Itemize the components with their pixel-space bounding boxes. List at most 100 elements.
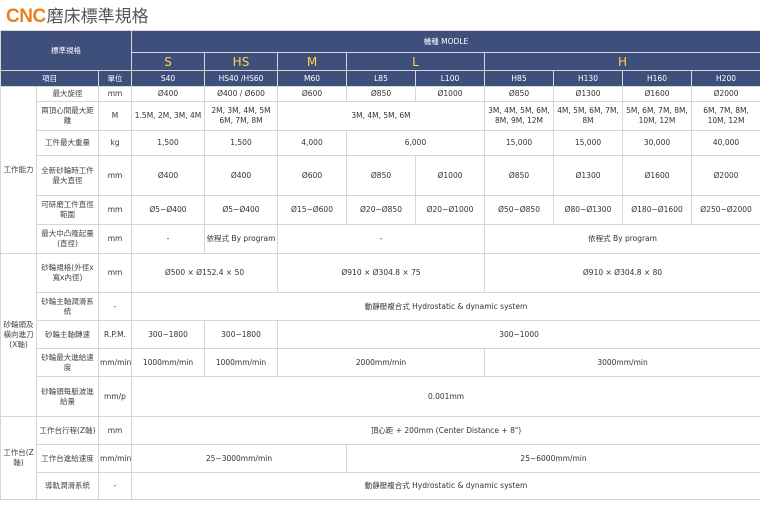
row-label: 砂輪主軸轉速 (36, 320, 99, 349)
cell: Ø850 (484, 155, 554, 196)
table-row: 最大中凸隆起量(直徑) mm - 依程式 By program - 依程式 By… (1, 224, 760, 254)
model-label: L85 (346, 70, 416, 87)
table-row: 砂輪主軸轉速 R.P.M. 300~1800 300~1800 300~1000 (1, 320, 760, 349)
header-model-group: 機種 MODLE (130, 30, 760, 53)
table-row: 工件最大重量 kg 1,500 1,500 4,000 6,000 15,000… (1, 130, 760, 156)
cell: 動靜壓複合式 Hydrostatic & dynamic system (130, 472, 760, 500)
row-label: 砂輪規格(外徑x寬x內徑) (36, 253, 99, 293)
table-row: 砂輪主軸潤滑系統 - 動靜壓複合式 Hydrostatic & dynamic … (1, 292, 760, 321)
cell: Ø1000 (415, 155, 485, 196)
series-label: H (483, 52, 760, 71)
cell: 2M, 3M, 4M, 5M 6M, 7M, 8M (204, 101, 278, 131)
cell: 1000mm/min (131, 348, 205, 377)
cell: 0.001mm (130, 376, 760, 417)
row-label: 工件最大重量 (36, 130, 99, 156)
cell: Ø1600 (622, 86, 692, 102)
series-label: S (131, 52, 205, 71)
row-unit: mm/min (98, 348, 132, 377)
cell: Ø400 (131, 86, 205, 102)
header-spec: 標準規格 (0, 30, 132, 71)
cell: 40,000 (690, 130, 760, 156)
row-label: 工作台行程(Z軸) (36, 416, 99, 445)
row-unit: mm (98, 155, 132, 196)
table-row: 全新砂輪時工件最大直徑 mm Ø400 Ø400 Ø600 Ø850 Ø1000… (1, 155, 760, 196)
table-row: 砂輪最大進給速度 mm/min 1000mm/min 1000mm/min 20… (1, 348, 760, 377)
cell: Ø250~Ø2000 (690, 195, 760, 225)
cell: Ø910 × Ø304.8 × 75 (277, 253, 485, 293)
row-unit: R.P.M. (98, 320, 132, 349)
cell: 4M, 5M, 6M, 7M, 8M (553, 101, 623, 131)
cell: Ø50~Ø850 (484, 195, 554, 225)
cell: 4,000 (277, 130, 347, 156)
cell: Ø180~Ø1600 (622, 195, 692, 225)
series-label: HS (204, 52, 278, 71)
table-row: 砂輪頭及橫向進刀(X軸) 砂輪規格(外徑x寬x內徑) mm Ø500 × Ø15… (0, 253, 760, 417)
cell: Ø910 × Ø304.8 × 80 (483, 253, 760, 293)
row-unit: mm/min (98, 444, 132, 473)
cell: Ø600 (277, 155, 347, 196)
table-row: 工作台進給速度 mm/min 25~3000mm/min 25~6000mm/m… (1, 444, 760, 473)
cell: Ø850 (484, 86, 554, 102)
series-label: L (346, 52, 485, 71)
header-item: 項目 (0, 70, 99, 87)
cell: 25~6000mm/min (345, 444, 760, 473)
page-title: CNC 磨床標準規格 (6, 2, 149, 28)
cell: Ø500 × Ø152.4 × 50 (131, 253, 278, 293)
cell: 6M, 7M, 8M, 10M, 12M (690, 101, 760, 131)
cell: 1,500 (131, 130, 205, 156)
cell: Ø20~Ø1000 (415, 195, 485, 225)
cell: Ø20~Ø850 (346, 195, 416, 225)
row-label: 砂輪頭每脈波進給量 (36, 376, 99, 417)
cell: 依程式 By program (204, 224, 278, 254)
cell: 3000mm/min (483, 348, 760, 377)
cell: - (277, 224, 485, 254)
row-unit: - (98, 472, 132, 500)
cell: 6,000 (346, 130, 485, 156)
model-label: L100 (415, 70, 485, 87)
cell: Ø850 (346, 86, 416, 102)
model-label: S40 (131, 70, 205, 87)
cell: Ø400 (131, 155, 205, 196)
cell: Ø850 (346, 155, 416, 196)
cell: Ø5~Ø400 (204, 195, 278, 225)
cell: 1.5M, 2M, 3M, 4M (131, 101, 205, 131)
cell: Ø1300 (553, 86, 623, 102)
group-label-wheel: 砂輪頭及橫向進刀(X軸) (0, 253, 37, 417)
row-unit: mm (98, 224, 132, 254)
group-label-table: 工作台(Z軸) (0, 416, 37, 500)
cell: 動靜壓複合式 Hydrostatic & dynamic system (130, 292, 760, 321)
spec-table: 標準規格 機種 MODLE S HS M L H 項目 單位 S40 HS40 … (0, 30, 760, 500)
cell: Ø400 (204, 155, 278, 196)
model-label: H160 (622, 70, 692, 87)
table-row: 兩頂心間最大距離 M 1.5M, 2M, 3M, 4M 2M, 3M, 4M, … (1, 101, 760, 131)
cell: 25~3000mm/min (131, 444, 347, 473)
row-label: 導軌潤滑系統 (36, 472, 99, 500)
table-row: 砂輪頭每脈波進給量 mm/p 0.001mm (1, 376, 760, 417)
cell: 300~1800 (131, 320, 205, 349)
row-unit: M (98, 101, 132, 131)
cell: Ø80~Ø1300 (553, 195, 623, 225)
row-unit: mm (98, 195, 132, 225)
row-unit: mm (98, 253, 132, 293)
table-row: 工作台(Z軸) 工作台行程(Z軸) mm 頂心距 + 200mm (Center… (0, 416, 760, 500)
cell: 頂心距 + 200mm (Center Distance + 8") (130, 416, 760, 445)
cell: Ø2000 (690, 86, 760, 102)
cell: Ø2000 (690, 155, 760, 196)
row-unit: mm/p (98, 376, 132, 417)
cell: 1000mm/min (204, 348, 278, 377)
table-row: 導軌潤滑系統 - 動靜壓複合式 Hydrostatic & dynamic sy… (1, 472, 760, 500)
row-label: 工作台進給速度 (36, 444, 99, 473)
cell: 3M, 4M, 5M, 6M (277, 101, 485, 131)
cell: 5M, 6M, 7M, 8M, 10M, 12M (622, 101, 692, 131)
model-label: H130 (553, 70, 623, 87)
cell: Ø400 / Ø600 (204, 86, 278, 102)
header-row-top: 標準規格 機種 MODLE (0, 30, 760, 71)
row-unit: mm (98, 416, 132, 445)
cell: 3M, 4M, 5M, 6M, 8M, 9M, 12M (484, 101, 554, 131)
cell: Ø15~Ø600 (277, 195, 347, 225)
cell: 15,000 (553, 130, 623, 156)
header-row-models: 項目 單位 S40 HS40 /HS60 M60 L85 L100 H85 H1… (0, 70, 760, 87)
model-label: HS40 /HS60 (204, 70, 278, 87)
cell: 300~1000 (276, 320, 760, 349)
cell: 30,000 (622, 130, 692, 156)
